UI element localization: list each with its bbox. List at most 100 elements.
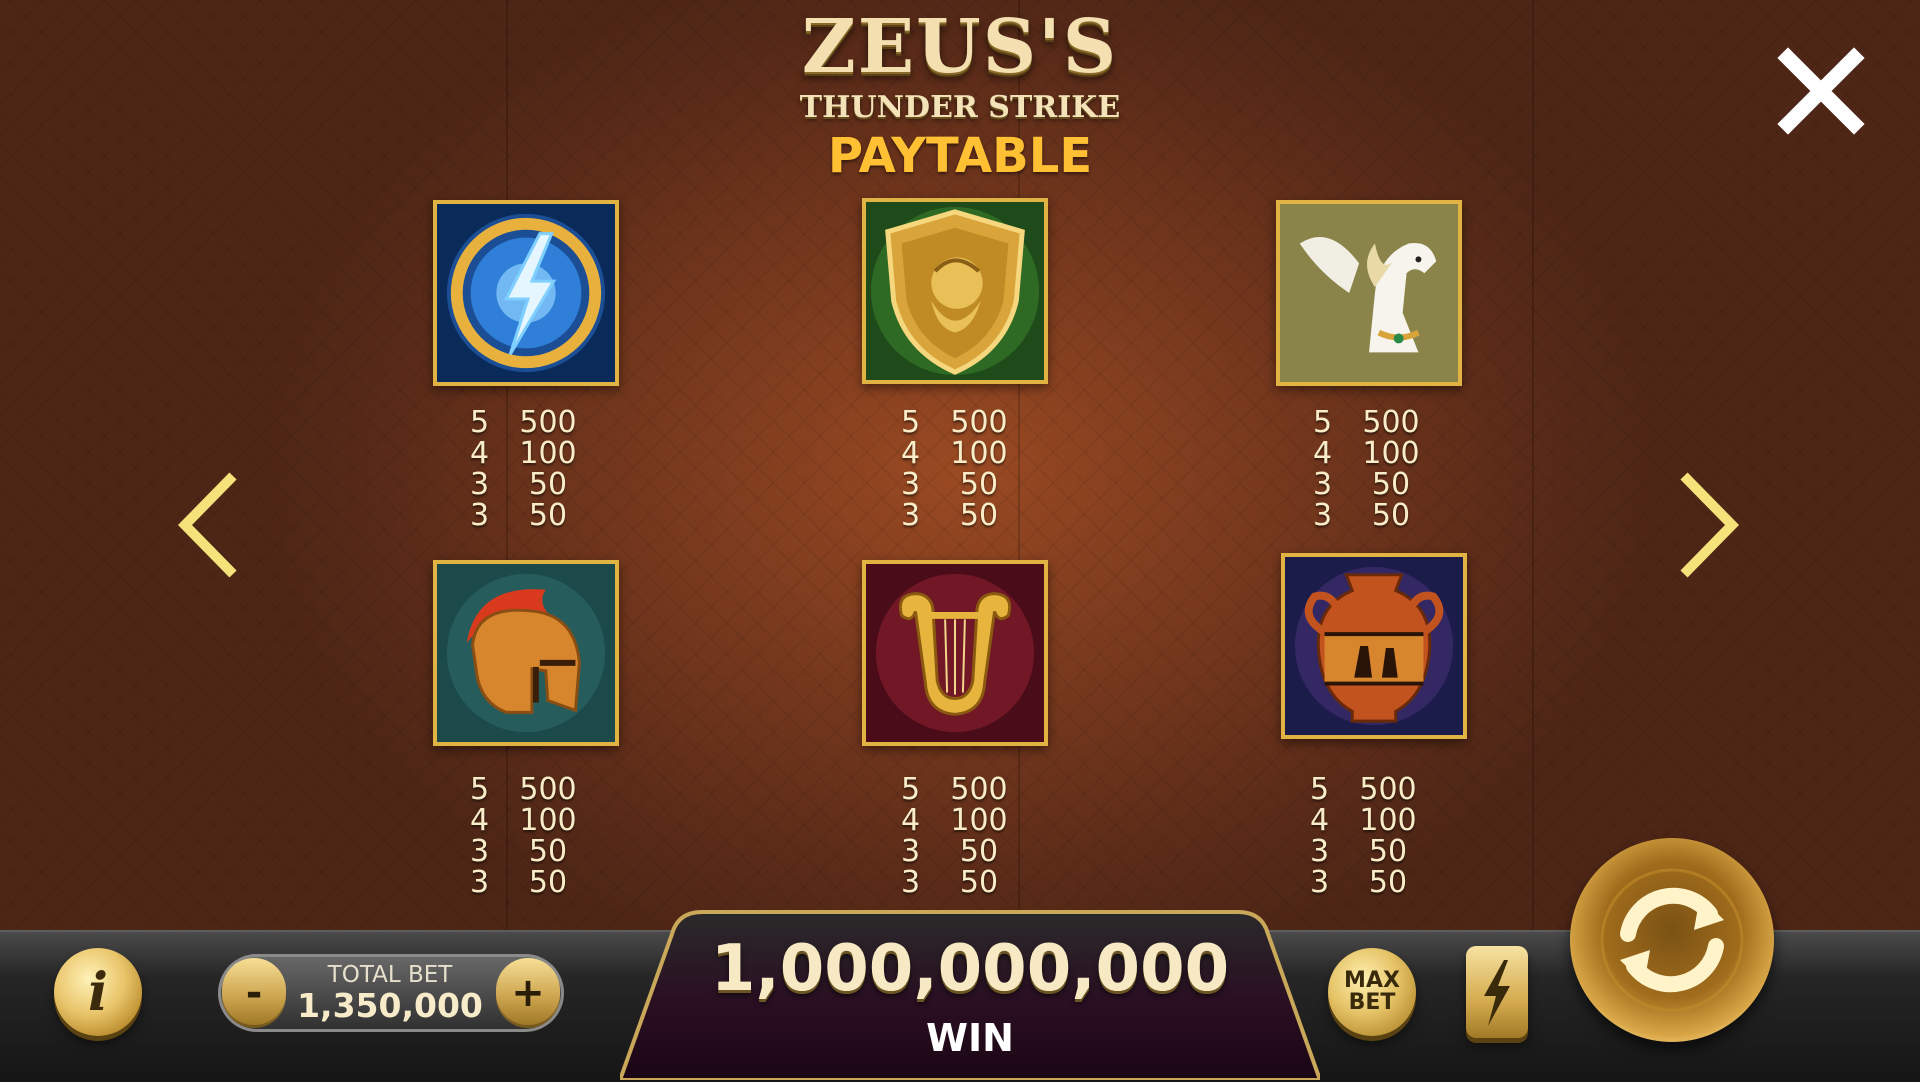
symbol-zeus-shield [862,198,1048,384]
match-count: 3 [901,834,921,869]
paytable-symbol-5: 5 500 4 100 3 50 3 50 [901,774,1041,898]
match-count: 3 [901,467,921,502]
close-icon [1777,47,1865,135]
match-count: 4 [470,436,490,471]
pay-row: 5 500 [901,774,1041,805]
payout-amount: 100 [1362,436,1420,471]
pay-row: 3 50 [470,469,610,500]
info-button[interactable]: i [54,948,142,1036]
pay-row: 4 100 [901,438,1041,469]
game-logo-title: ZEUS'S [801,4,1119,90]
pay-row: 5 500 [470,774,610,805]
turbo-button[interactable] [1466,946,1528,1038]
payout-amount: 100 [950,803,1008,838]
paytable-symbol-1: 5 500 4 100 3 50 3 50 [470,407,610,531]
pay-row: 3 50 [901,867,1041,898]
paytable-symbol-4: 5 500 4 100 3 50 3 50 [470,774,610,898]
max-bet-button[interactable]: MAX BET [1328,948,1416,1036]
page-title: PAYTABLE [827,128,1093,184]
paytable-symbol-6: 5 500 4 100 3 50 3 50 [1310,774,1450,898]
max-bet-label-line2: BET [1348,990,1396,1015]
chevron-right-icon [1680,472,1739,578]
pay-row: 5 500 [901,407,1041,438]
match-count: 5 [1313,405,1333,440]
match-count: 4 [901,803,921,838]
game-logo-subtitle: THUNDER STRIKE [799,90,1121,125]
max-bet-label: MAX BET [1344,970,1400,1014]
pay-row: 3 50 [1313,469,1453,500]
match-count: 5 [470,772,490,807]
pay-row: 3 50 [470,836,610,867]
payout-amount: 100 [519,803,577,838]
payout-amount: 50 [528,498,568,533]
match-count: 3 [470,834,490,869]
match-count: 3 [470,865,490,900]
pay-row: 5 500 [470,407,610,438]
match-count: 5 [901,772,921,807]
payout-amount: 50 [528,865,568,900]
match-count: 3 [470,498,490,533]
match-count: 4 [470,803,490,838]
payout-amount: 100 [950,436,1008,471]
lightning-coin-icon [437,204,615,382]
pay-row: 3 50 [901,469,1041,500]
symbol-spartan-helmet [433,560,619,746]
payout-amount: 100 [519,436,577,471]
close-button[interactable] [1776,46,1866,136]
payout-amount: 50 [959,498,999,533]
payout-amount: 500 [1362,405,1420,440]
match-count: 3 [1313,467,1333,502]
payout-amount: 100 [1359,803,1417,838]
win-amount: 1,000,000,000 [710,932,1230,1006]
match-count: 5 [470,405,490,440]
match-count: 5 [901,405,921,440]
payout-amount: 50 [959,467,999,502]
match-count: 3 [901,498,921,533]
greek-amphora-icon [1285,557,1463,735]
paytable-symbol-3: 5 500 4 100 3 50 3 50 [1313,407,1453,531]
total-bet-label: TOTAL BET [327,962,453,988]
pay-row: 3 50 [1310,867,1450,898]
payout-amount: 500 [950,772,1008,807]
previous-page-button[interactable] [175,470,245,580]
chevron-left-icon [178,472,237,578]
increase-bet-button[interactable]: + [496,958,560,1028]
next-page-button[interactable] [1672,470,1742,580]
payout-amount: 50 [1371,467,1411,502]
symbol-greek-amphora [1281,553,1467,739]
payout-amount: 50 [959,834,999,869]
pay-row: 3 50 [901,500,1041,531]
pay-row: 5 500 [1313,407,1453,438]
match-count: 3 [1310,834,1330,869]
payout-amount: 50 [528,467,568,502]
payout-amount: 50 [1368,834,1408,869]
spartan-helmet-icon [437,564,615,742]
golden-lyre-icon [866,564,1044,742]
pay-row: 4 100 [901,805,1041,836]
match-count: 4 [1310,803,1330,838]
payout-amount: 50 [528,834,568,869]
payout-amount: 500 [950,405,1008,440]
pay-row: 3 50 [1310,836,1450,867]
payout-amount: 500 [519,772,577,807]
match-count: 3 [1313,498,1333,533]
pay-row: 3 50 [1313,500,1453,531]
payout-amount: 50 [1371,498,1411,533]
spin-button[interactable] [1570,838,1774,1042]
pay-row: 4 100 [470,438,610,469]
match-count: 4 [901,436,921,471]
symbol-pegasus [1276,200,1462,386]
payout-amount: 500 [519,405,577,440]
match-count: 3 [470,467,490,502]
symbol-lightning-coin [433,200,619,386]
match-count: 3 [1310,865,1330,900]
column-divider [1532,0,1534,930]
symbol-golden-lyre [862,560,1048,746]
pay-row: 3 50 [470,867,610,898]
payout-amount: 50 [959,865,999,900]
decrease-bet-button[interactable]: - [222,958,286,1028]
pegasus-icon [1280,204,1458,382]
win-label: WIN [926,1016,1014,1060]
paytable-symbol-2: 5 500 4 100 3 50 3 50 [901,407,1041,531]
total-bet-value: 1,350,000 [297,986,483,1025]
